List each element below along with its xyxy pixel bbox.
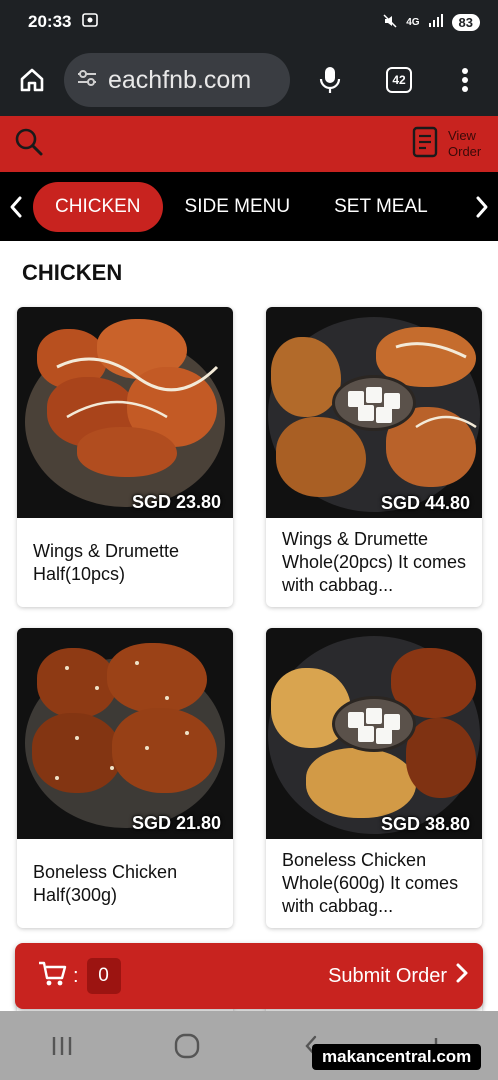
more-vert-icon[interactable] bbox=[432, 44, 498, 116]
product-image: SGD 38.80 bbox=[266, 628, 482, 839]
cart-count: 0 bbox=[86, 958, 121, 994]
submit-order-button[interactable]: Submit Order bbox=[328, 962, 469, 990]
product-price: SGD 38.80 bbox=[380, 814, 470, 834]
status-bar: 20:33 4G 83 bbox=[0, 0, 498, 44]
product-price: SGD 44.80 bbox=[380, 493, 470, 513]
chevron-left-icon[interactable] bbox=[0, 172, 32, 241]
store-header: View Order bbox=[0, 116, 498, 172]
category-tab-next[interactable]: F bbox=[450, 182, 466, 232]
view-order-button[interactable]: View Order bbox=[412, 126, 484, 163]
tune-icon[interactable] bbox=[76, 66, 98, 95]
category-tab-side-menu[interactable]: SIDE MENU bbox=[163, 182, 313, 232]
product-name: Wings & Drumette Whole(20pcs) It comes w… bbox=[282, 529, 467, 595]
submit-order-label: Submit Order bbox=[328, 964, 447, 987]
status-time: 20:33 bbox=[28, 12, 72, 31]
product-card[interactable]: SGD 21.80 Boneless Chicken Half(300g) bbox=[17, 628, 233, 928]
product-card[interactable]: SGD 38.80 Boneless Chicken Whole(600g) I… bbox=[266, 628, 482, 928]
section-title: CHICKEN bbox=[22, 260, 123, 285]
battery-indicator: 83 bbox=[451, 13, 480, 31]
mute-icon bbox=[382, 13, 398, 32]
chevron-right-icon[interactable] bbox=[466, 172, 498, 241]
product-card[interactable]: SGD 44.80 Wings & Drumette Whole(20pcs) … bbox=[266, 307, 482, 607]
address-bar[interactable]: eachfnb.com bbox=[64, 53, 290, 107]
category-tab-set-meal[interactable]: SET MEAL bbox=[312, 182, 450, 232]
home-icon[interactable] bbox=[0, 44, 64, 116]
product-image: SGD 23.80 bbox=[17, 307, 233, 518]
product-card[interactable]: SGD 23.80 Wings & Drumette Half(10pcs) bbox=[17, 307, 233, 607]
product-name: Wings & Drumette Half(10pcs) bbox=[33, 540, 180, 584]
network-label: 4G bbox=[406, 16, 420, 28]
home-circle-icon[interactable] bbox=[157, 1021, 217, 1071]
tabs-button[interactable]: 42 bbox=[366, 44, 432, 116]
view-order-label: View Order bbox=[448, 128, 482, 159]
product-name: Boneless Chicken Whole(600g) It comes wi… bbox=[282, 850, 459, 916]
product-image: SGD 44.80 bbox=[266, 307, 482, 518]
chevron-right-icon bbox=[455, 962, 469, 990]
category-nav: CHICKEN SIDE MENU SET MEAL F bbox=[0, 172, 498, 241]
signal-icon bbox=[428, 13, 444, 31]
cart-icon[interactable] bbox=[37, 960, 69, 993]
category-tab-chicken[interactable]: CHICKEN bbox=[33, 181, 163, 232]
product-price: SGD 21.80 bbox=[131, 813, 221, 833]
menu-content: CHICKEN SGD 23.80 Wings & Drumette Half(… bbox=[0, 241, 498, 1011]
category-track: CHICKEN SIDE MENU SET MEAL F bbox=[32, 181, 466, 232]
product-price: SGD 23.80 bbox=[131, 492, 221, 512]
url-text: eachfnb.com bbox=[108, 65, 252, 94]
search-icon[interactable] bbox=[14, 127, 44, 162]
browser-toolbar: eachfnb.com 42 bbox=[0, 44, 498, 116]
cart-separator: : bbox=[73, 964, 79, 987]
product-image: SGD 21.80 bbox=[17, 628, 233, 839]
watermark: makancentral.com bbox=[312, 1044, 482, 1070]
receipt-icon bbox=[412, 126, 438, 163]
screen-record-icon bbox=[81, 11, 99, 34]
product-name: Boneless Chicken Half(300g) bbox=[33, 861, 178, 905]
tabs-count: 42 bbox=[386, 67, 412, 93]
mic-icon[interactable] bbox=[294, 44, 366, 116]
cart-bar: : 0 Submit Order bbox=[15, 943, 483, 1009]
recent-apps-icon[interactable] bbox=[32, 1021, 92, 1071]
